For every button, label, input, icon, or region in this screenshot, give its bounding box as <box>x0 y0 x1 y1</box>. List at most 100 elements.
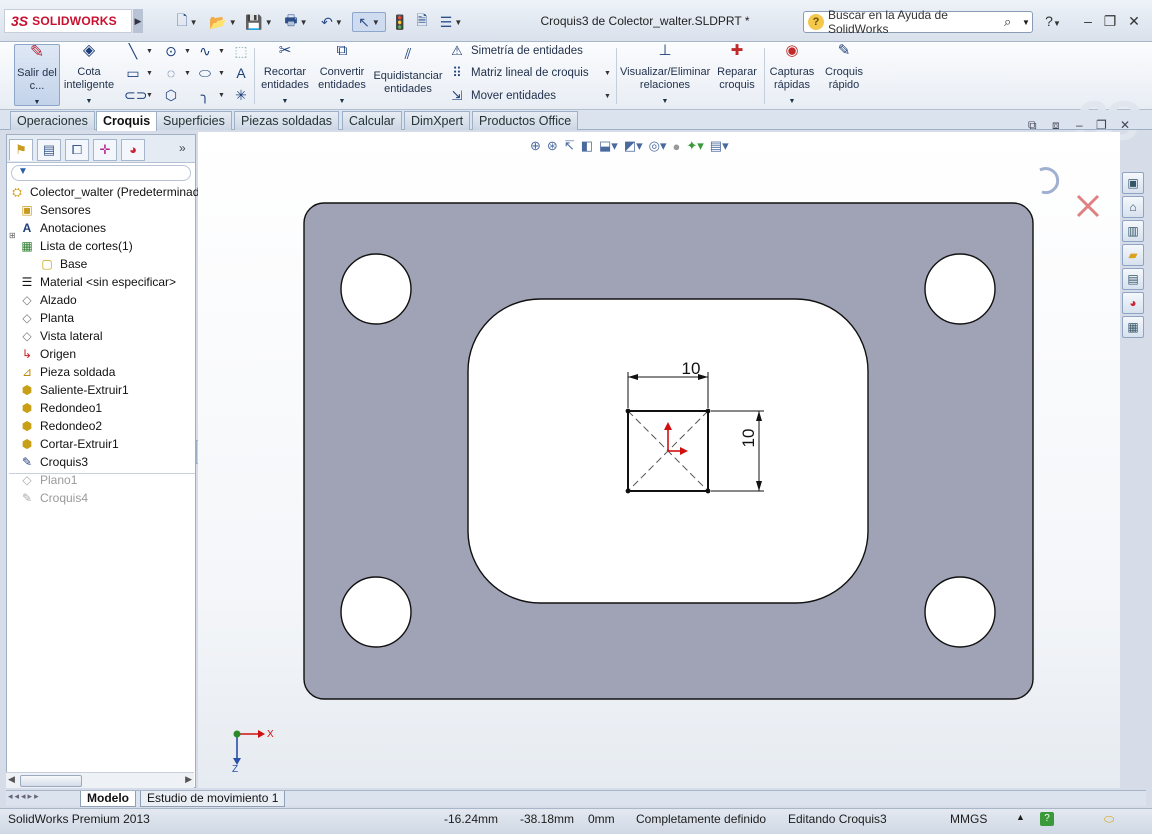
tree-filter-input[interactable]: ▼ <box>11 165 191 181</box>
previous-view-icon[interactable]: ↸ <box>564 138 575 154</box>
rebuild-button[interactable]: 🚦 <box>391 12 408 32</box>
tab-croquis[interactable]: Croquis <box>96 111 158 131</box>
display-manager-tab[interactable]: ◕ <box>121 139 145 161</box>
tab-dimxpert[interactable]: DimXpert <box>404 111 471 130</box>
tab-modelo[interactable]: Modelo <box>80 791 136 807</box>
tag-icon[interactable]: ⬭ <box>1104 812 1114 827</box>
sketch-point[interactable] <box>625 408 631 414</box>
offset-entities-button[interactable]: ⫽ Equidistanciar entidades <box>372 47 444 110</box>
tree-item-alzado[interactable]: ◇ Alzado <box>19 291 76 309</box>
bolt-hole-top-left[interactable] <box>340 253 412 325</box>
linear-pattern-button[interactable]: ⠿ Matriz lineal de croquis <box>448 64 588 82</box>
spline-icon[interactable]: ∿ <box>196 42 214 60</box>
confirmation-corner[interactable] <box>1039 167 1100 218</box>
sketch-point[interactable] <box>625 488 631 494</box>
slot-icon[interactable]: ⊂⊃ <box>124 86 147 104</box>
line-icon[interactable]: ╲ <box>124 42 142 60</box>
sketch-point[interactable] <box>705 408 711 414</box>
move-entities-button[interactable]: ⇲ Mover entidades <box>448 87 556 105</box>
display-style-icon[interactable]: ◩▾ <box>624 138 643 154</box>
tree-item-plano1[interactable]: ◇ Plano1 <box>19 471 77 489</box>
save-button[interactable]: 💾 ▼ <box>244 12 274 32</box>
doc-close-button[interactable]: ✕ <box>1120 118 1130 132</box>
tree-item-sensores[interactable]: ▣ Sensores <box>19 201 90 219</box>
options-button[interactable]: ☰ ▼ <box>436 12 466 32</box>
zoom-to-fit-icon[interactable]: ⊕ <box>530 138 541 154</box>
bolt-hole-top-right[interactable] <box>924 253 996 325</box>
tab-estudio-movimiento[interactable]: Estudio de movimiento 1 <box>140 791 286 807</box>
trim-entities-button[interactable]: ✂ Recortar entidades ▼ <box>258 43 312 106</box>
tab-operaciones[interactable]: Operaciones <box>10 111 95 130</box>
new-document-button[interactable]: 🗋 ▼ <box>172 12 202 32</box>
minimize-button[interactable]: – <box>1078 12 1098 30</box>
circle-icon[interactable]: ⊙ <box>162 42 180 60</box>
view-settings-icon[interactable]: ▤▾ <box>710 138 729 154</box>
polygon-icon[interactable]: ⬡ <box>162 86 180 104</box>
tab-superficies[interactable]: Superficies <box>156 111 232 130</box>
dimension-text-vertical[interactable]: 10 <box>739 429 758 448</box>
scroll-left-icon[interactable]: ◀ <box>8 774 15 785</box>
menu-expand-icon[interactable]: ▶ <box>133 9 143 33</box>
close-button[interactable]: ✕ <box>1124 12 1144 30</box>
zoom-area-icon[interactable]: ⊛ <box>547 138 558 154</box>
construction-icon[interactable]: ⬚ <box>232 42 250 60</box>
bolt-hole-bottom-right[interactable] <box>924 576 996 648</box>
tree-item-pieza-soldada[interactable]: ⊿ Pieza soldada <box>19 363 115 381</box>
tree-horizontal-scrollbar[interactable]: ◀ ▶ <box>6 772 194 788</box>
tree-item-planta[interactable]: ◇ Planta <box>19 309 74 327</box>
exit-sketch-button[interactable]: ✎ Salir del c... ▼ <box>14 43 60 106</box>
sketch-canvas[interactable]: 10 10 X Z <box>198 132 1120 788</box>
dimension-text-horizontal[interactable]: 10 <box>682 359 701 378</box>
point-icon[interactable]: ✳ <box>232 86 250 104</box>
doc-restore-button[interactable]: ❐ <box>1096 118 1107 132</box>
search-icon[interactable]: ⌕ <box>1004 14 1022 30</box>
expand-panel-icon[interactable]: » <box>179 141 186 155</box>
tree-item-saliente-extruir1[interactable]: ⬢ Saliente-Extruir1 <box>19 381 129 399</box>
fillet-sketch-icon[interactable]: ╮ <box>196 86 214 104</box>
property-manager-tab[interactable]: ▤ <box>37 139 61 161</box>
design-library-tab[interactable]: ▥ <box>1122 220 1144 242</box>
open-button[interactable]: 📂 ▼ <box>206 12 240 32</box>
doc-minimize-button[interactable]: – <box>1076 118 1083 132</box>
tree-item-croquis4[interactable]: ✎ Croquis4 <box>19 489 88 507</box>
rectangle-icon[interactable]: ▭ <box>124 64 142 82</box>
configuration-tab[interactable]: ⧠ <box>65 139 89 161</box>
help-status-icon[interactable]: ? <box>1040 812 1054 826</box>
tree-root[interactable]: ⛭ Colector_walter (Predeterminado <box>9 183 206 201</box>
tab-calcular[interactable]: Calcular <box>342 111 402 130</box>
tile-icon[interactable]: ⧉ <box>1028 118 1037 133</box>
units-dropdown-icon[interactable]: ▲ <box>1016 812 1025 822</box>
apply-scene-icon[interactable]: ✦▾ <box>686 138 703 154</box>
tab-scroll-icons[interactable]: ◂◂◂▸▸ <box>8 791 41 802</box>
scroll-thumb[interactable] <box>20 775 82 787</box>
undo-button[interactable]: ↶ ▼ <box>316 12 348 32</box>
tree-item-origen[interactable]: ↳ Origen <box>19 345 76 363</box>
bolt-hole-bottom-left[interactable] <box>340 576 412 648</box>
tree-item-anotaciones[interactable]: A Anotaciones <box>19 219 106 237</box>
tab-piezas-soldadas[interactable]: Piezas soldadas <box>234 111 340 130</box>
convert-entities-button[interactable]: ⧉ Convertir entidades ▼ <box>314 43 370 106</box>
feature-tree-tab[interactable]: ⚑ <box>9 139 33 161</box>
tree-item-material[interactable]: ☰ Material <sin especificar> <box>19 273 176 291</box>
section-view-icon[interactable]: ◧ <box>581 138 593 154</box>
ellipse-icon[interactable]: ⬭ <box>196 64 214 82</box>
print-button[interactable]: 🖶 ▼ <box>280 12 312 32</box>
quick-snaps-button[interactable]: ◉ Capturas rápidas ▼ <box>766 43 818 106</box>
help-menu-button[interactable]: ?▼ <box>1040 12 1066 30</box>
unit-system[interactable]: MMGS <box>950 812 987 826</box>
help-search-input[interactable]: Buscar en la Ayuda de SolidWorks <box>828 8 1004 36</box>
file-explorer-tab[interactable]: ▰ <box>1122 244 1144 266</box>
tree-item-vista-lateral[interactable]: ◇ Vista lateral <box>19 327 102 345</box>
tree-item-cortar-extruir1[interactable]: ⬢ Cortar-Extruir1 <box>19 435 119 453</box>
cascade-icon[interactable]: ⧈ <box>1052 118 1060 133</box>
smart-dimension-button[interactable]: ◈ Cota inteligente ▼ <box>62 43 116 106</box>
tree-item-redondeo2[interactable]: ⬢ Redondeo2 <box>19 417 102 435</box>
file-properties-button[interactable]: 🗎 <box>412 12 432 32</box>
restore-button[interactable]: ❐ <box>1100 12 1120 30</box>
graphics-area[interactable]: 10 10 X Z <box>198 132 1120 788</box>
tree-item-lista-cortes[interactable]: ▦ Lista de cortes(1) <box>19 237 132 255</box>
tree-item-redondeo1[interactable]: ⬢ Redondeo1 <box>19 399 102 417</box>
home-tab[interactable]: ⌂ <box>1122 196 1144 218</box>
exit-sketch-corner-icon[interactable] <box>1039 167 1060 195</box>
view-orientation-icon[interactable]: ⬓▾ <box>599 138 618 154</box>
